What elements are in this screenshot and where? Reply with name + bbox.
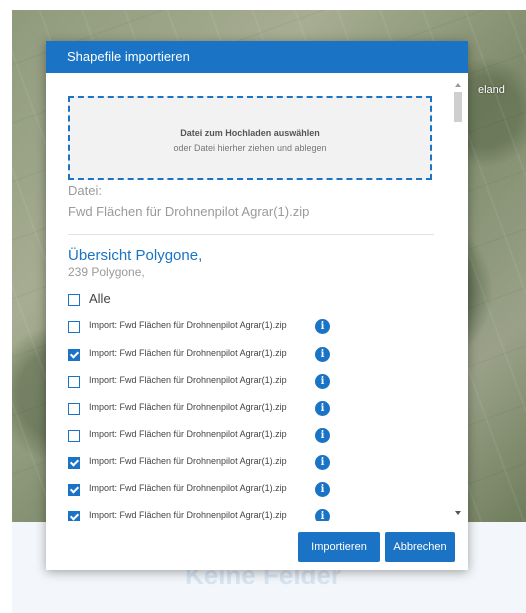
polygon-checkbox[interactable]	[68, 457, 80, 469]
polygon-count: 239 Polygone,	[68, 265, 145, 279]
scroll-up-arrow-icon[interactable]	[455, 83, 461, 87]
dialog-scrollbar[interactable]	[454, 81, 464, 517]
file-name: Fwd Flächen für Drohnenpilot Agrar(1).zi…	[68, 204, 310, 219]
divider	[68, 234, 434, 235]
polygon-label: Import: Fwd Flächen für Drohnenpilot Agr…	[89, 510, 287, 520]
info-icon[interactable]: i	[315, 482, 330, 497]
info-icon[interactable]: i	[315, 319, 330, 334]
polygon-label: Import: Fwd Flächen für Drohnenpilot Agr…	[89, 402, 287, 412]
polygon-label: Import: Fwd Flächen für Drohnenpilot Agr…	[89, 429, 287, 439]
info-icon[interactable]: i	[315, 509, 330, 521]
polygon-label: Import: Fwd Flächen für Drohnenpilot Agr…	[89, 348, 287, 358]
polygon-checkbox[interactable]	[68, 484, 80, 496]
scroll-thumb[interactable]	[454, 92, 462, 122]
polygon-label: Import: Fwd Flächen für Drohnenpilot Agr…	[89, 483, 287, 493]
import-button[interactable]: Importieren	[298, 532, 380, 562]
import-shapefile-dialog: Shapefile importieren Datei zum Hochlade…	[46, 41, 468, 570]
polygon-checkbox[interactable]	[68, 403, 80, 415]
dropzone-title: Datei zum Hochladen auswählen	[180, 128, 320, 138]
scroll-down-arrow-icon[interactable]	[455, 511, 461, 515]
polygon-label: Import: Fwd Flächen für Drohnenpilot Agr…	[89, 320, 287, 330]
dialog-title: Shapefile importieren	[46, 41, 468, 73]
dialog-body[interactable]: Datei zum Hochladen auswählen oder Datei…	[46, 73, 468, 521]
polygon-checkbox[interactable]	[68, 321, 80, 333]
info-icon[interactable]: i	[315, 374, 330, 389]
select-all-checkbox[interactable]	[68, 294, 80, 306]
map-place-label: eland	[478, 84, 505, 96]
polygon-checkbox[interactable]	[68, 511, 80, 521]
cancel-button[interactable]: Abbrechen	[385, 532, 455, 562]
select-all-label: Alle	[89, 291, 111, 306]
dropzone-subtitle: oder Datei hierher ziehen und ablegen	[173, 143, 327, 153]
polygon-label: Import: Fwd Flächen für Drohnenpilot Agr…	[89, 375, 287, 385]
polygon-checkbox[interactable]	[68, 349, 80, 361]
info-icon[interactable]: i	[315, 455, 330, 470]
file-dropzone[interactable]: Datei zum Hochladen auswählen oder Datei…	[68, 96, 432, 180]
info-icon[interactable]: i	[315, 428, 330, 443]
polygon-checkbox[interactable]	[68, 430, 80, 442]
polygon-checkbox[interactable]	[68, 376, 80, 388]
info-icon[interactable]: i	[315, 347, 330, 362]
overview-title: Übersicht Polygone,	[68, 247, 203, 264]
file-label: Datei:	[68, 183, 102, 198]
polygon-label: Import: Fwd Flächen für Drohnenpilot Agr…	[89, 456, 287, 466]
info-icon[interactable]: i	[315, 401, 330, 416]
